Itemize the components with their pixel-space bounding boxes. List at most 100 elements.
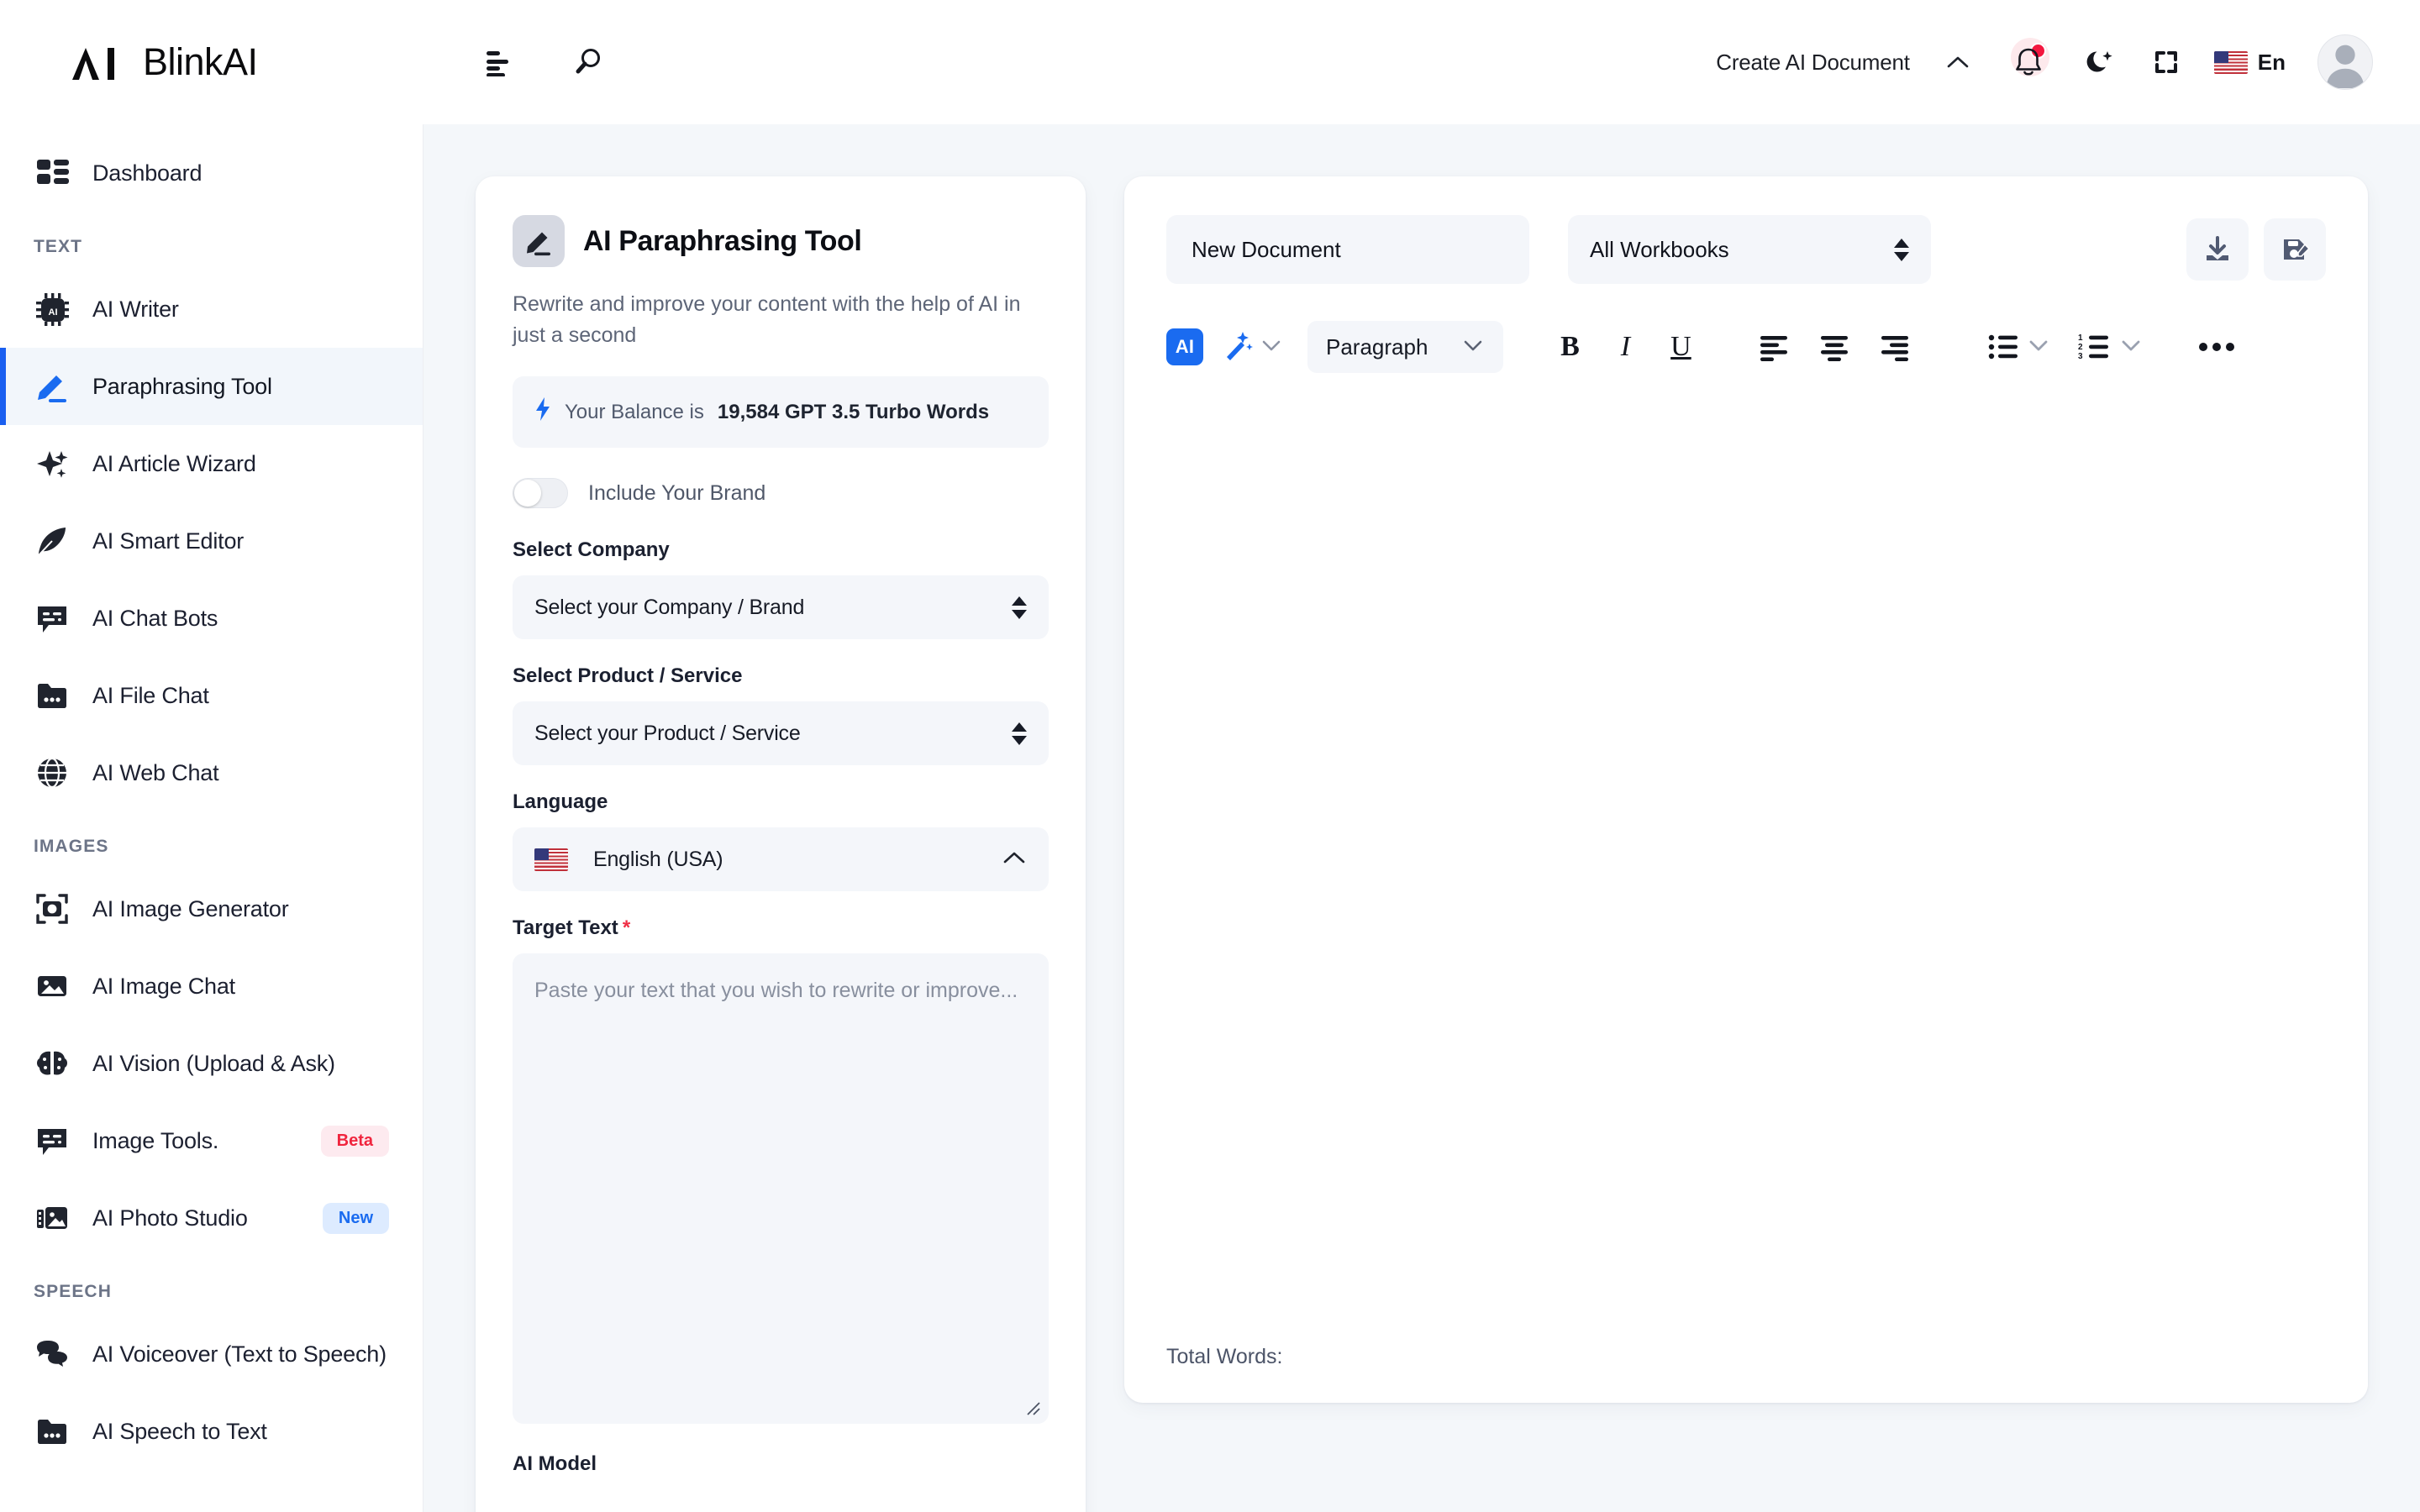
numbered-list-button[interactable]: 1 2 3: [2071, 333, 2149, 360]
resize-handle-icon[interactable]: [1023, 1398, 1041, 1416]
download-button[interactable]: [2186, 218, 2249, 281]
sidebar-item-ai-voiceover-text-to-speech[interactable]: AI Voiceover (Text to Speech): [0, 1315, 423, 1393]
sidebar-item-ai-smart-editor[interactable]: AI Smart Editor: [0, 502, 423, 580]
bullet-list-icon: [1989, 334, 2018, 360]
select-company-dropdown[interactable]: Select your Company / Brand: [513, 575, 1049, 639]
sidebar-item-ai-image-chat[interactable]: AI Image Chat: [0, 948, 423, 1025]
brand-name-text: BlinkAI: [143, 40, 258, 83]
list-group: 1 2 3: [1981, 333, 2149, 360]
sidebar-item-ai-vision-upload-ask[interactable]: AI Vision (Upload & Ask): [0, 1025, 423, 1102]
toggle-knob: [514, 480, 541, 507]
updown-spinner-icon: [1012, 722, 1027, 745]
select-product-label: Select Product / Service: [513, 664, 743, 687]
select-company-label: Select Company: [513, 538, 670, 561]
sidebar-item-ai-photo-studio[interactable]: AI Photo Studio New: [0, 1179, 423, 1257]
sidebar-item-ai-file-chat[interactable]: AI File Chat: [0, 657, 423, 734]
folder-icon: [38, 684, 66, 708]
block-format-dropdown[interactable]: Paragraph: [1307, 321, 1504, 373]
chevron-down-icon: [2120, 338, 2142, 357]
sidebar-item-ai-web-chat[interactable]: AI Web Chat: [0, 734, 423, 811]
sidebar-item-ai-image-generator[interactable]: AI Image Generator: [0, 870, 423, 948]
document-name-input[interactable]: [1166, 215, 1529, 284]
hamburger-menu-icon[interactable]: [482, 44, 519, 81]
include-brand-row: Include Your Brand: [513, 478, 1049, 508]
pencil-edit-icon: [513, 215, 565, 267]
folder-icon: [34, 677, 71, 714]
camera-frame-icon: [34, 890, 71, 927]
globe-icon: [38, 757, 66, 789]
include-brand-toggle[interactable]: [513, 478, 568, 508]
sidebar-item-label: AI Chat Bots: [92, 605, 218, 631]
tool-subtitle: Rewrite and improve your content with th…: [513, 292, 1021, 347]
language-selector[interactable]: En: [2213, 50, 2286, 76]
magic-wand-button[interactable]: [1223, 329, 1282, 365]
svg-text:1: 1: [2078, 333, 2083, 343]
language-dropdown[interactable]: English (USA): [513, 827, 1049, 891]
updown-spinner-icon: [1012, 596, 1027, 619]
sidebar-item-paraphrasing-tool[interactable]: Paraphrasing Tool: [0, 348, 423, 425]
main-content: AI Paraphrasing Tool Rewrite and improve…: [424, 124, 2420, 1512]
align-right-button[interactable]: [1865, 321, 1925, 373]
sidebar-item-ai-chat-bots[interactable]: AI Chat Bots: [0, 580, 423, 657]
save-document-button[interactable]: [2264, 218, 2326, 281]
sidebar-item-label: AI Voiceover (Text to Speech): [92, 1341, 387, 1367]
sidebar-section-text: TEXT: [34, 237, 83, 256]
feather-quill-icon: [38, 528, 66, 556]
total-words-label: Total Words:: [1166, 1345, 1283, 1368]
notifications-button[interactable]: [2002, 36, 2054, 88]
sidebar-item-label: AI File Chat: [92, 682, 209, 708]
italic-button[interactable]: I: [1597, 321, 1653, 373]
target-text-input[interactable]: Paste your text that you wish to rewrite…: [513, 953, 1049, 1424]
sidebar-item-label: AI Image Chat: [92, 973, 235, 999]
camera-frame-icon: [36, 894, 68, 924]
create-ai-document-button[interactable]: Create AI Document: [1716, 50, 1910, 76]
balance-prefix: Your Balance is: [565, 400, 704, 423]
text-format-group: B I U: [1542, 321, 1708, 373]
collapse-arrows-icon[interactable]: [2144, 39, 2189, 85]
brand-name: BlinkAI: [143, 40, 258, 84]
lightning-bolt-icon: [534, 396, 551, 428]
more-options-button[interactable]: [2197, 340, 2236, 354]
align-center-button[interactable]: [1804, 321, 1865, 373]
ai-assist-button[interactable]: AI: [1166, 328, 1203, 365]
document-canvas[interactable]: [1166, 373, 2326, 1345]
user-avatar[interactable]: [2317, 34, 2373, 90]
underline-button[interactable]: U: [1653, 321, 1708, 373]
chat-bubble-icon: [34, 600, 71, 637]
more-horizontal-icon: [2199, 343, 2235, 351]
workbook-value: All Workbooks: [1590, 236, 1729, 262]
pencil-edit-icon: [34, 368, 71, 405]
editor-footer: Total Words:: [1166, 1345, 2326, 1403]
sidebar-item-label: AI Smart Editor: [92, 528, 245, 554]
document-editor-card: All Workbooks: [1124, 176, 2368, 1403]
editor-toolbar: AI Paragraph B I U 1 2 3: [1166, 321, 2326, 373]
align-left-button[interactable]: [1744, 321, 1804, 373]
bold-button[interactable]: B: [1542, 321, 1597, 373]
sidebar-item-dashboard[interactable]: Dashboard: [0, 134, 423, 212]
search-icon[interactable]: [570, 44, 607, 81]
top-bar: BlinkAI Create AI Document En: [0, 0, 2420, 124]
moon-star-icon[interactable]: [2076, 39, 2122, 85]
speech-bubbles-icon: [37, 1341, 67, 1367]
sidebar-item-image-tools[interactable]: Image Tools. Beta: [0, 1102, 423, 1179]
sidebar-item-label: Paraphrasing Tool: [92, 373, 272, 399]
folder-icon: [38, 1420, 66, 1444]
editor-actions: [2186, 218, 2326, 281]
workbook-dropdown[interactable]: All Workbooks: [1568, 215, 1931, 284]
create-document-chevron-up-icon[interactable]: [1939, 43, 1977, 81]
us-flag-icon: [534, 848, 568, 871]
sidebar-item-ai-article-wizard[interactable]: AI Article Wizard: [0, 425, 423, 502]
body: Dashboard TEXT AI AI Writer Paraphrasing Too…: [0, 124, 2420, 1512]
sidebar-item-ai-writer[interactable]: AI AI Writer: [0, 270, 423, 348]
sidebar-item-ai-speech-to-text[interactable]: AI Speech to Text: [0, 1393, 423, 1470]
ai-model-label: AI Model: [513, 1452, 597, 1475]
brand-logo[interactable]: BlinkAI: [0, 40, 424, 84]
language-value: English (USA): [593, 847, 723, 871]
select-product-dropdown[interactable]: Select your Product / Service: [513, 701, 1049, 765]
sidebar-item-label: AI Speech to Text: [92, 1418, 267, 1444]
bullet-list-button[interactable]: [1981, 333, 2056, 360]
sidebar-item-label: AI Photo Studio: [92, 1205, 248, 1231]
target-text-label: Target Text *: [513, 916, 1049, 940]
tool-header: AI Paraphrasing Tool: [513, 215, 1049, 267]
align-right-icon: [1881, 336, 1909, 361]
